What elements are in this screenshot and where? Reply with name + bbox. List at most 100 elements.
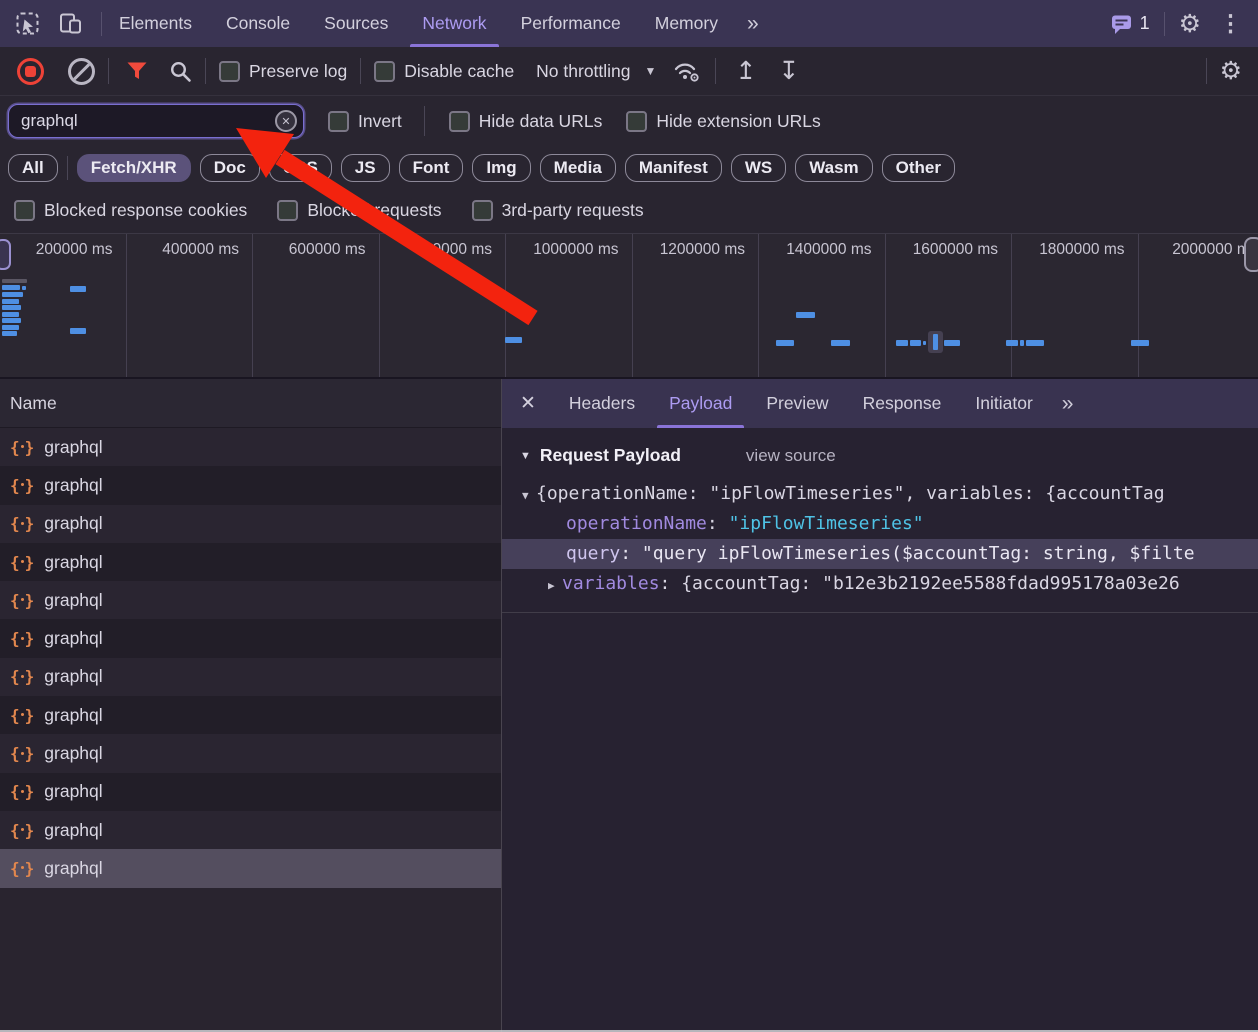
filter-chip-css[interactable]: CSS — [269, 154, 332, 182]
filter-input[interactable] — [8, 104, 304, 138]
blocked-requests-checkbox[interactable]: Blocked requests — [277, 200, 441, 221]
request-type-chips: All Fetch/XHR Doc CSS JS Font Img Media Manifest… — [0, 147, 1258, 188]
tab-elements[interactable]: Elements — [102, 0, 209, 47]
tab-memory[interactable]: Memory — [638, 0, 735, 47]
filter-funnel-icon[interactable] — [126, 61, 148, 81]
details-tab-payload[interactable]: Payload — [652, 379, 749, 428]
preserve-log-checkbox[interactable]: Preserve log — [219, 61, 347, 82]
overview-left-handle[interactable] — [0, 239, 11, 270]
filter-chip-other[interactable]: Other — [882, 154, 955, 182]
overview-tick: 1000000 ms — [506, 234, 633, 377]
settings-gear-icon[interactable]: ⚙ — [1179, 9, 1201, 39]
view-source-link[interactable]: view source — [746, 446, 836, 466]
xhr-json-icon: {} — [10, 782, 34, 801]
checkbox-box — [472, 200, 493, 221]
network-overview-timeline[interactable]: 200000 ms400000 ms600000 ms800000 ms1000… — [0, 233, 1258, 379]
filter-chip-font[interactable]: Font — [399, 154, 464, 182]
filter-chip-js[interactable]: JS — [341, 154, 390, 182]
filter-chip-fetch-xhr[interactable]: Fetch/XHR — [77, 154, 191, 182]
record-network-log-icon[interactable] — [17, 58, 44, 85]
disable-cache-checkbox[interactable]: Disable cache — [374, 61, 514, 82]
details-tab-headers[interactable]: Headers — [552, 379, 652, 428]
payload-tree-row[interactable]: ▶variables: {accountTag: "b12e3b2192ee55… — [502, 569, 1258, 599]
request-row[interactable]: {}graphql — [0, 773, 501, 811]
device-toolbar-icon[interactable] — [59, 12, 83, 35]
more-details-tabs-chevron-icon[interactable]: » — [1050, 379, 1088, 428]
filter-chip-all[interactable]: All — [8, 154, 58, 182]
request-row[interactable]: {}graphql — [0, 543, 501, 581]
details-tab-preview[interactable]: Preview — [749, 379, 845, 428]
overview-tick: 400000 ms — [127, 234, 254, 377]
close-details-icon[interactable]: ✕ — [502, 379, 552, 428]
toolbar-separator-1 — [108, 58, 109, 84]
filter-chip-doc[interactable]: Doc — [200, 154, 260, 182]
request-row[interactable]: {}graphql — [0, 696, 501, 734]
checkbox-label: 3rd-party requests — [502, 200, 644, 221]
hide-data-urls-checkbox[interactable]: Hide data URLs — [449, 111, 603, 132]
network-settings-gear-icon[interactable]: ⚙ — [1220, 56, 1242, 86]
request-row[interactable]: {}graphql — [0, 505, 501, 543]
request-row[interactable]: {}graphql — [0, 619, 501, 657]
request-name: graphql — [44, 858, 102, 879]
payload-key: operationName — [566, 513, 707, 534]
toolbar-separator-5 — [1206, 58, 1207, 84]
overview-grid: 200000 ms400000 ms600000 ms800000 ms1000… — [0, 234, 1258, 377]
invert-checkbox[interactable]: Invert — [328, 111, 402, 132]
invert-label: Invert — [358, 111, 402, 132]
filter-chip-ws[interactable]: WS — [731, 154, 786, 182]
network-conditions-icon[interactable] — [672, 58, 702, 84]
details-tab-response[interactable]: Response — [846, 379, 959, 428]
payload-tree-row[interactable]: operationName: "ipFlowTimeseries" — [502, 509, 1258, 539]
clear-filter-icon[interactable]: ✕ — [275, 110, 297, 132]
overview-request-bar — [776, 340, 794, 346]
filter-chip-wasm[interactable]: Wasm — [795, 154, 872, 182]
xhr-icon-dot — [21, 598, 24, 601]
overview-request-bar — [2, 292, 23, 297]
clear-network-log-icon[interactable] — [68, 58, 95, 85]
filter-chip-manifest[interactable]: Manifest — [625, 154, 722, 182]
name-column-header[interactable]: Name — [0, 379, 501, 428]
payload-plain: : — [620, 543, 642, 564]
request-row[interactable]: {}graphql — [0, 811, 501, 849]
overview-tick: 1200000 ms — [633, 234, 760, 377]
tab-network[interactable]: Network — [405, 0, 503, 47]
blocked-response-cookies-checkbox[interactable]: Blocked response cookies — [14, 200, 247, 221]
section-collapse-icon[interactable]: ▼ — [520, 450, 531, 462]
dropdown-arrow-icon: ▼ — [645, 64, 657, 78]
filter-chip-img[interactable]: Img — [472, 154, 530, 182]
inspect-element-icon[interactable] — [16, 12, 39, 35]
checkbox-box — [219, 61, 240, 82]
tab-console[interactable]: Console — [209, 0, 307, 47]
request-row[interactable]: {}graphql — [0, 428, 501, 466]
overview-tick: 600000 ms — [253, 234, 380, 377]
details-tab-initiator[interactable]: Initiator — [958, 379, 1049, 428]
tree-expand-icon[interactable]: ▶ — [548, 571, 562, 599]
request-name: graphql — [44, 475, 102, 496]
throttling-select[interactable]: No throttling ▼ — [536, 61, 656, 82]
xhr-icon-dot — [21, 866, 24, 869]
search-icon[interactable] — [169, 60, 192, 83]
overview-right-handle[interactable] — [1244, 237, 1258, 272]
tab-sources[interactable]: Sources — [307, 0, 405, 47]
request-row[interactable]: {}graphql — [0, 466, 501, 504]
hide-extension-urls-checkbox[interactable]: Hide extension URLs — [626, 111, 820, 132]
more-tabs-chevron-icon[interactable]: » — [735, 0, 773, 47]
request-row[interactable]: {}graphql — [0, 658, 501, 696]
tab-performance[interactable]: Performance — [504, 0, 638, 47]
request-name: graphql — [44, 705, 102, 726]
request-row[interactable]: {}graphql — [0, 734, 501, 772]
issues-counter[interactable]: 1 — [1110, 13, 1150, 35]
payload-tree-row[interactable]: query: "query ipFlowTimeseries($accountT… — [502, 539, 1258, 569]
payload-tree-row[interactable]: ▼{operationName: "ipFlowTimeseries", var… — [502, 479, 1258, 509]
overview-request-bar — [505, 337, 522, 343]
import-har-icon[interactable]: ↥ — [735, 59, 756, 84]
top-tab-strip: ElementsConsoleSourcesNetworkPerformance… — [102, 0, 735, 47]
export-har-icon[interactable]: ↧ — [778, 59, 799, 84]
filter-chip-media[interactable]: Media — [540, 154, 616, 182]
tree-expand-icon[interactable]: ▼ — [522, 481, 536, 509]
3rd-party-requests-checkbox[interactable]: 3rd-party requests — [472, 200, 644, 221]
request-row[interactable]: {}graphql — [0, 849, 501, 887]
request-row[interactable]: {}graphql — [0, 581, 501, 619]
kebab-menu-icon[interactable]: ⋮ — [1215, 10, 1246, 37]
overview-request-bar — [2, 331, 17, 336]
